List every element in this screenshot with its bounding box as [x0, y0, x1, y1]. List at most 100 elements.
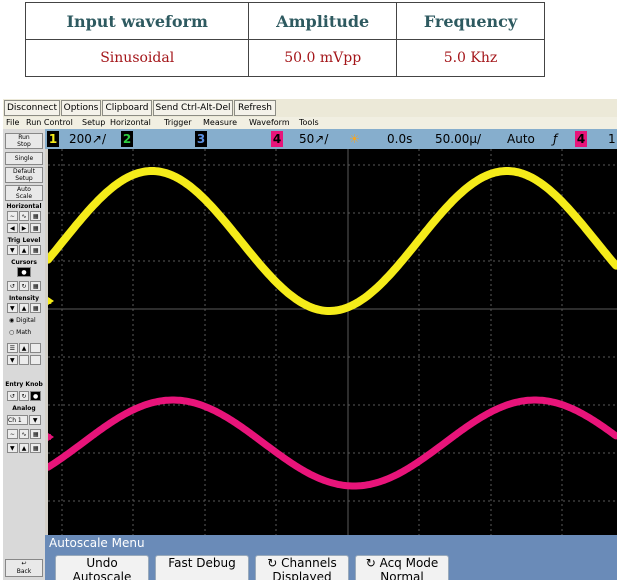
waveform-display[interactable]: 1 4: [48, 149, 617, 535]
softkey-line1-text: Channels: [281, 556, 337, 570]
ch2-indicator[interactable]: 2: [121, 131, 133, 147]
down-arrow-icon[interactable]: ▼: [7, 355, 18, 365]
digital-math-controls: ☰ ▲: [7, 343, 42, 353]
front-panel-controls: Run Stop Single Default Setup Auto Scale…: [3, 129, 45, 580]
up-arrow-icon[interactable]: ▲: [18, 343, 30, 353]
chevron-down-icon[interactable]: ▼: [29, 415, 41, 425]
trigger-mode: Auto: [507, 132, 535, 146]
down-arrow-icon[interactable]: ▼: [7, 443, 18, 453]
push-dot-icon[interactable]: ●: [30, 391, 42, 401]
left-arrow-icon[interactable]: ◀: [7, 223, 18, 233]
analog-controls: ∼ ∿ ▦: [7, 429, 42, 439]
menu-measure[interactable]: Measure: [203, 117, 237, 129]
clipboard-button[interactable]: Clipboard: [102, 100, 152, 116]
right-arrow-icon[interactable]: ▶: [18, 223, 30, 233]
grid-icon[interactable]: ▦: [30, 223, 42, 233]
rotate-right-icon[interactable]: ↻: [18, 281, 30, 291]
ch1-marker-label: 1: [48, 297, 52, 306]
header-input-waveform: Input waveform: [24, 2, 250, 40]
default-setup-button[interactable]: Default Setup: [5, 167, 43, 183]
trigger-position-icon: ☀: [349, 132, 360, 146]
analog-channel-select: Ch 1 ▼: [7, 415, 41, 425]
down-arrow-icon[interactable]: ▼: [7, 303, 18, 313]
vnc-toolbar: Disconnect Options Clipboard Send Ctrl-A…: [3, 99, 617, 117]
horizontal-controls: ∼ ∿ ▦: [7, 211, 42, 221]
oscilloscope-window: Disconnect Options Clipboard Send Ctrl-A…: [3, 99, 617, 580]
undo-autoscale-softkey[interactable]: Undo Autoscale: [55, 555, 149, 580]
value-amplitude: 50.0 mVpp: [248, 39, 397, 77]
trig-level-controls: ▼ ▲ ▦: [7, 245, 42, 255]
acq-mode-softkey[interactable]: ↻ Acq Mode Normal: [355, 555, 449, 580]
send-ctrl-alt-del-button[interactable]: Send Ctrl-Alt-Del: [153, 100, 233, 116]
ch1-scale: 200↗/: [69, 132, 107, 146]
up-arrow-icon[interactable]: ▲: [18, 245, 30, 255]
rotate-icon: ↻: [365, 556, 376, 570]
menu-run-control[interactable]: Run Control: [26, 117, 73, 129]
blank-icon[interactable]: [30, 355, 42, 365]
grid-icon[interactable]: ▦: [30, 281, 42, 291]
ch1-indicator[interactable]: 1: [47, 131, 59, 147]
down-arrow-icon[interactable]: ▼: [7, 245, 18, 255]
ch4-indicator[interactable]: 4: [271, 131, 283, 147]
value-frequency: 5.0 Khz: [395, 39, 546, 77]
grid-icon[interactable]: ▦: [30, 443, 42, 453]
status-bar: 1 200↗/ 2 3 4 50↗/ ☀ 0.0s 50.00µ/ Auto ƒ…: [45, 129, 617, 149]
options-button[interactable]: Options: [61, 100, 101, 116]
wave-icon[interactable]: ∿: [18, 429, 30, 439]
single-button[interactable]: Single: [5, 152, 43, 165]
menu-horizontal[interactable]: Horizontal: [110, 117, 151, 129]
grid-icon[interactable]: ▦: [30, 429, 42, 439]
up-arrow-icon[interactable]: ▲: [18, 303, 30, 313]
menu-trigger[interactable]: Trigger: [164, 117, 192, 129]
cursor-dot-icon[interactable]: ●: [17, 267, 31, 277]
menu-tools[interactable]: Tools: [299, 117, 319, 129]
up-arrow-icon[interactable]: ▲: [18, 443, 30, 453]
digital-math-controls-2: ▼: [7, 355, 42, 365]
refresh-button[interactable]: Refresh: [234, 100, 276, 116]
softkey-line1: Fast Debug: [168, 556, 236, 570]
rotate-left-icon[interactable]: ↺: [7, 391, 18, 401]
wave-icon[interactable]: ∿: [18, 211, 30, 221]
menu-file[interactable]: File: [6, 117, 19, 129]
timebase-scale: 50.00µ/: [435, 132, 482, 146]
grid-icon[interactable]: ▦: [30, 245, 42, 255]
header-frequency: Frequency: [395, 2, 546, 40]
horizontal-nav: ◀ ▶ ▦: [7, 223, 42, 233]
auto-scale-button[interactable]: Auto Scale: [5, 185, 43, 201]
digital-radio[interactable]: ◉ Digital: [9, 317, 51, 324]
channels-displayed-softkey[interactable]: ↻ Channels Displayed: [255, 555, 349, 580]
run-stop-button[interactable]: Run Stop: [5, 133, 43, 149]
blank-icon[interactable]: [18, 355, 30, 365]
analog-nav: ▼ ▲ ▦: [7, 443, 42, 453]
fast-debug-softkey[interactable]: Fast Debug: [155, 555, 249, 580]
trigger-source[interactable]: 4: [575, 131, 587, 147]
entry-knob-controls: ↺ ↻ ●: [7, 391, 42, 401]
back-button[interactable]: ↩ Back: [5, 559, 43, 577]
horizontal-label: Horizontal: [6, 203, 42, 210]
menu-setup[interactable]: Setup: [82, 117, 105, 129]
softkey-menu-title: Autoscale Menu: [49, 536, 145, 550]
blank-icon[interactable]: [30, 343, 42, 353]
horizontal-delay: 0.0s: [387, 132, 413, 146]
grid-icon[interactable]: ▦: [30, 303, 42, 313]
menu-grid-icon[interactable]: ▦: [30, 211, 42, 221]
rotate-right-icon[interactable]: ↻: [18, 391, 30, 401]
list-icon[interactable]: ☰: [7, 343, 18, 353]
digital-label: Digital: [16, 317, 36, 324]
disconnect-button[interactable]: Disconnect: [4, 100, 60, 116]
wave-icon[interactable]: ∼: [7, 429, 18, 439]
softkey-line2: Autoscale: [72, 570, 132, 580]
analog-channel-dropdown[interactable]: Ch 1: [7, 415, 29, 425]
value-input-waveform: Sinusoidal: [24, 39, 250, 77]
zoom-icon[interactable]: ∼: [7, 211, 18, 221]
softkey-line2: Displayed: [272, 570, 332, 580]
menu-waveform[interactable]: Waveform: [249, 117, 290, 129]
rotate-icon: ↻: [267, 556, 278, 570]
rotate-left-icon[interactable]: ↺: [7, 281, 18, 291]
math-radio[interactable]: ○ Math: [9, 329, 51, 336]
softkey-line1-text: Acq Mode: [379, 556, 439, 570]
ch4-scale: 50↗/: [299, 132, 329, 146]
softkey-line1: ↻ Acq Mode: [356, 556, 448, 570]
ch3-indicator[interactable]: 3: [195, 131, 207, 147]
softkey-line1: ↻ Channels: [256, 556, 348, 570]
